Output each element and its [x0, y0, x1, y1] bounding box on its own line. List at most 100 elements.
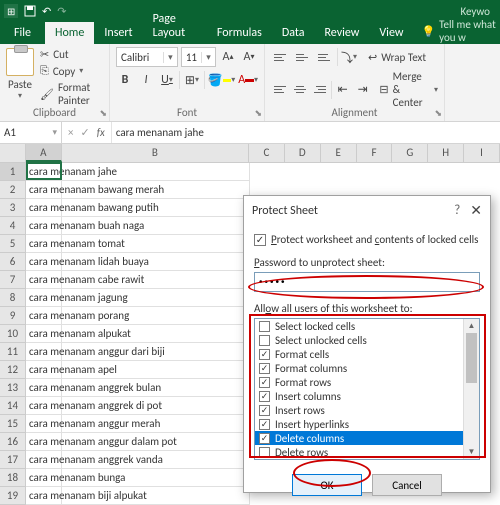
permission-item[interactable]: ✓Format columns [255, 361, 463, 375]
permissions-listbox[interactable]: Select locked cellsSelect unlocked cells… [254, 318, 480, 460]
font-color-button[interactable]: A▾ [238, 70, 258, 90]
row-header[interactable]: 13 [0, 379, 26, 397]
align-right-button[interactable] [311, 80, 329, 100]
permission-item[interactable]: ✓Delete columns [255, 431, 463, 445]
accept-formula-icon[interactable]: ✓ [80, 126, 89, 139]
cell[interactable] [62, 487, 250, 505]
italic-button[interactable]: I [137, 70, 155, 90]
cell[interactable]: cara menanam bunga [26, 469, 62, 487]
permission-item[interactable]: ✓Format cells [255, 347, 463, 361]
cell[interactable]: cara menanam buah naga [26, 217, 62, 235]
cell[interactable]: cara menanam apel [26, 361, 62, 379]
ok-button[interactable]: OK [292, 474, 362, 496]
tab-page-layout[interactable]: Page Layout [143, 8, 207, 44]
borders-button[interactable]: ⊞▾ [183, 70, 201, 90]
cancel-formula-icon[interactable]: × [68, 126, 73, 139]
format-painter-button[interactable]: 🖌Format Painter [40, 81, 103, 107]
cell[interactable]: cara menanam bawang putih [26, 199, 62, 217]
row-header[interactable]: 17 [0, 451, 26, 469]
row-header[interactable]: 3 [0, 199, 26, 217]
scroll-thumb[interactable] [466, 333, 477, 383]
cell[interactable] [62, 469, 250, 487]
permission-item[interactable]: Select unlocked cells [255, 333, 463, 347]
row-header[interactable]: 16 [0, 433, 26, 451]
col-header-h[interactable]: H [428, 144, 464, 162]
permission-item[interactable]: ✓Format rows [255, 375, 463, 389]
cell[interactable]: cara menanam anggur dari biji [26, 343, 62, 361]
tell-me[interactable]: 💡 Tell me what you w [421, 18, 500, 44]
cell[interactable] [62, 379, 250, 397]
redo-icon[interactable]: ↷ [57, 5, 66, 18]
row-header[interactable]: 8 [0, 289, 26, 307]
tab-formulas[interactable]: Formulas [207, 22, 272, 44]
permission-item[interactable]: ✓Insert hyperlinks [255, 417, 463, 431]
row-header[interactable]: 14 [0, 397, 26, 415]
cell[interactable]: cara menanam biji alpukat [26, 487, 62, 505]
decrease-font-button[interactable]: A▾ [240, 47, 258, 67]
cut-button[interactable]: ✂Cut [40, 48, 103, 61]
undo-icon[interactable]: ↶ [42, 5, 51, 18]
row-header[interactable]: 5 [0, 235, 26, 253]
align-middle-button[interactable] [293, 47, 313, 67]
cell[interactable]: cara menanam alpukat [26, 325, 62, 343]
cell[interactable]: cara menanam jagung [26, 289, 62, 307]
cell[interactable]: cara menanam anggur dalam pot [26, 433, 62, 451]
dialog-titlebar[interactable]: Protect Sheet ? ✕ [244, 196, 490, 225]
row-header[interactable]: 1 [0, 163, 26, 181]
permission-item[interactable]: ✓Insert columns [255, 389, 463, 403]
scroll-up-icon[interactable]: ▲ [464, 319, 479, 333]
tab-insert[interactable]: Insert [94, 22, 142, 44]
row-header[interactable]: 10 [0, 325, 26, 343]
wrap-text-button[interactable]: ↩Wrap Text [368, 51, 426, 64]
protect-contents-checkbox[interactable]: ✓ Protect worksheet and contents of lock… [254, 233, 480, 246]
alignment-dialog-launcher[interactable]: ⬊ [434, 108, 442, 119]
tab-home[interactable]: Home [45, 22, 94, 44]
fill-color-button[interactable]: 🪣▾ [208, 70, 235, 90]
cell[interactable] [62, 397, 250, 415]
cell[interactable]: cara menanam anggrek vanda [26, 451, 62, 469]
cell[interactable]: cara menanam jahe [26, 163, 62, 181]
col-header-f[interactable]: F [357, 144, 393, 162]
name-box[interactable]: A1▾ [0, 122, 62, 143]
tab-data[interactable]: Data [272, 22, 315, 44]
cell[interactable] [62, 235, 250, 253]
row-header[interactable]: 15 [0, 415, 26, 433]
align-center-button[interactable] [291, 80, 309, 100]
cell[interactable] [62, 289, 250, 307]
col-header-a[interactable]: A [26, 144, 62, 162]
font-size-combo[interactable]: 11▾ [181, 47, 216, 67]
save-icon[interactable] [24, 5, 36, 17]
cell[interactable] [62, 307, 250, 325]
help-icon[interactable]: ? [454, 203, 460, 218]
permission-item[interactable]: ✓Insert rows [255, 403, 463, 417]
align-bottom-button[interactable] [315, 47, 335, 67]
row-header[interactable]: 9 [0, 307, 26, 325]
underline-button[interactable]: U▾ [158, 70, 176, 90]
col-header-e[interactable]: E [321, 144, 357, 162]
align-top-button[interactable] [271, 47, 291, 67]
cell[interactable] [62, 271, 250, 289]
tab-view[interactable]: View [369, 22, 413, 44]
cell[interactable]: cara menanam anggrek di pot [26, 397, 62, 415]
font-name-combo[interactable]: Calibri▾ [116, 47, 178, 67]
col-header-c[interactable]: C [249, 144, 285, 162]
cell[interactable] [62, 253, 250, 271]
permission-item[interactable]: Delete rows [255, 445, 463, 459]
cell[interactable]: cara menanam anggrek bulan [26, 379, 62, 397]
row-header[interactable]: 2 [0, 181, 26, 199]
increase-indent-button[interactable]: ⇥ [354, 80, 372, 100]
copy-button[interactable]: ⎘Copy▾ [40, 64, 103, 78]
row-header[interactable]: 11 [0, 343, 26, 361]
col-header-i[interactable]: I [464, 144, 500, 162]
cell[interactable] [62, 325, 250, 343]
fx-icon[interactable]: fx [97, 126, 105, 139]
font-dialog-launcher[interactable]: ⬊ [254, 108, 262, 119]
col-header-b[interactable]: B [62, 144, 249, 162]
row-header[interactable]: 12 [0, 361, 26, 379]
scroll-down-icon[interactable]: ▼ [464, 445, 479, 459]
merge-center-button[interactable]: ⊟Merge & Center▾ [379, 70, 438, 109]
cell[interactable] [62, 163, 250, 181]
align-left-button[interactable] [271, 80, 289, 100]
cell[interactable] [62, 415, 250, 433]
cell[interactable] [62, 343, 250, 361]
